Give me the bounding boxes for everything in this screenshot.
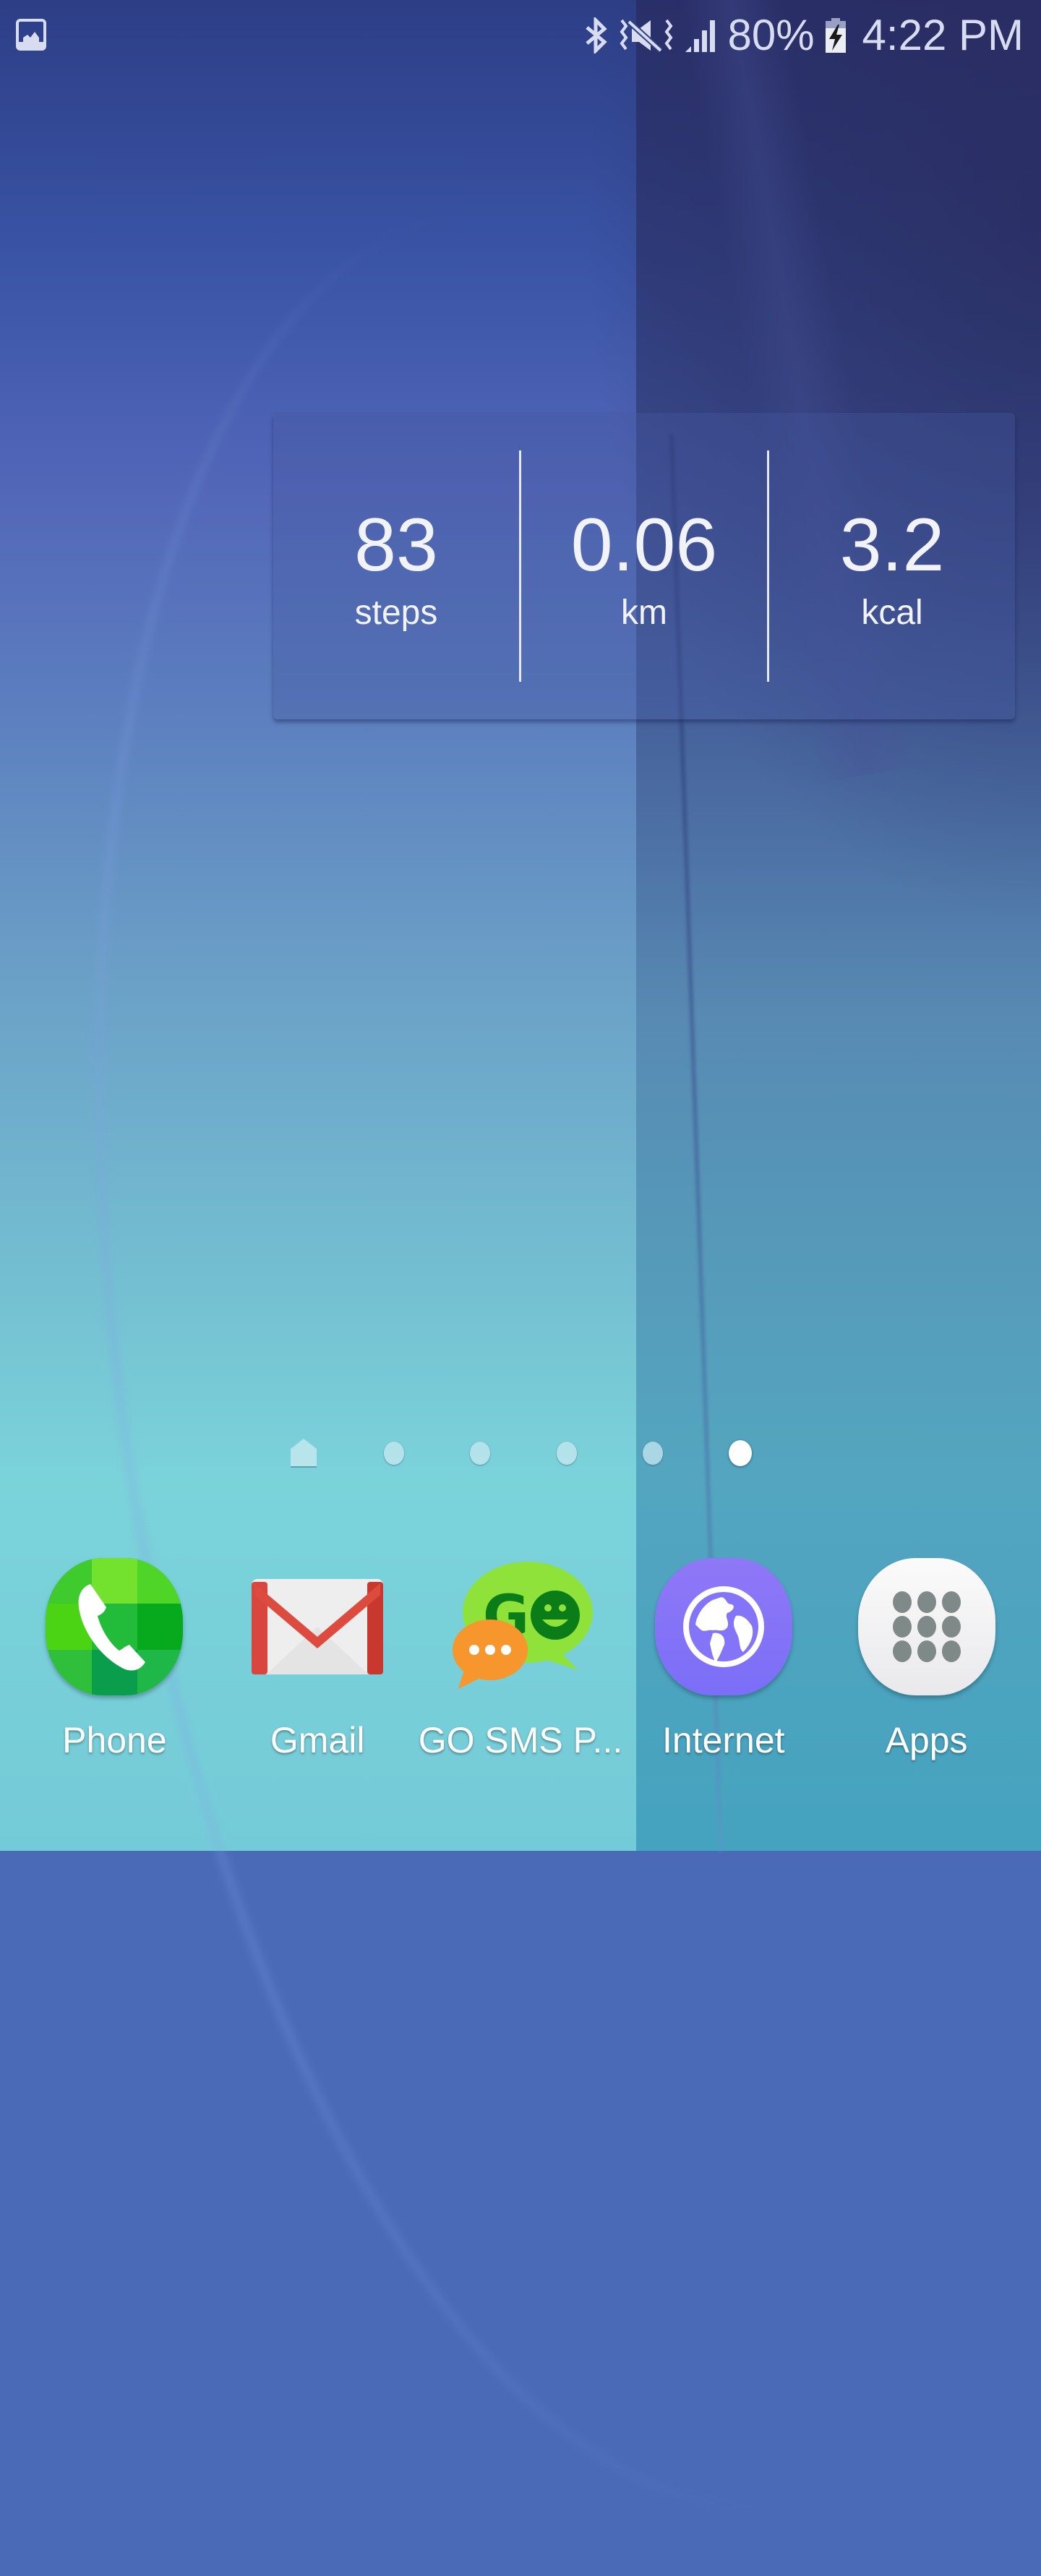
page-dot[interactable] <box>642 1442 663 1465</box>
gallery-icon <box>16 19 46 51</box>
app-go-sms[interactable]: G GO SMS P... <box>418 1554 623 1771</box>
steps-unit: steps <box>354 594 438 632</box>
internet-app-icon[interactable] <box>651 1554 796 1699</box>
calories-unit: kcal <box>861 594 923 632</box>
bluetooth-icon <box>586 17 608 54</box>
apps-grid-icon <box>892 1591 961 1662</box>
distance-unit: km <box>621 594 667 632</box>
app-gmail[interactable]: Gmail <box>218 1554 417 1771</box>
gmail-app-icon[interactable] <box>245 1554 390 1699</box>
distance-stat: 0.06 km <box>521 413 767 719</box>
app-label: Internet <box>662 1720 785 1760</box>
go-sms-app-icon[interactable]: G <box>448 1554 593 1699</box>
app-drawer[interactable]: Apps <box>827 1554 1027 1771</box>
page-dot-active[interactable] <box>728 1440 752 1466</box>
pedometer-widget[interactable]: 83 steps 0.06 km 3.2 kcal <box>273 413 1015 719</box>
vibrate-mute-icon <box>620 19 673 53</box>
app-label: GO SMS P... <box>418 1720 623 1760</box>
gmail-icon <box>252 1579 384 1674</box>
battery-percent: 80% <box>727 11 815 59</box>
steps-stat: 83 steps <box>273 413 519 719</box>
app-label: Phone <box>62 1720 167 1760</box>
globe-icon <box>682 1586 764 1667</box>
dock: Phone Gmail G GO SMS P... Internet Apps <box>0 1554 1041 1771</box>
app-label: Apps <box>885 1720 968 1760</box>
go-sms-icon: G <box>452 1562 593 1689</box>
page-dot[interactable] <box>470 1442 491 1465</box>
phone-icon <box>79 1584 146 1671</box>
signal-icon <box>685 20 716 52</box>
phone-app-icon[interactable] <box>42 1554 187 1699</box>
calories-value: 3.2 <box>839 503 945 587</box>
app-label: Gmail <box>270 1720 365 1760</box>
clock: 4:22 PM <box>862 11 1024 59</box>
app-internet[interactable]: Internet <box>624 1554 823 1771</box>
steps-value: 83 <box>354 503 438 587</box>
home-page-indicator-icon[interactable] <box>289 1439 318 1468</box>
calories-stat: 3.2 kcal <box>769 413 1015 719</box>
apps-app-icon[interactable] <box>854 1554 999 1699</box>
battery-charging-icon <box>825 18 846 53</box>
page-dot[interactable] <box>556 1442 577 1465</box>
status-bar: 80% 4:22 PM <box>0 0 1041 69</box>
app-phone[interactable]: Phone <box>14 1554 214 1771</box>
distance-value: 0.06 <box>570 503 718 587</box>
status-icons: 80% 4:22 PM <box>584 10 1024 61</box>
page-indicator <box>289 1435 752 1471</box>
page-dot[interactable] <box>384 1442 405 1465</box>
